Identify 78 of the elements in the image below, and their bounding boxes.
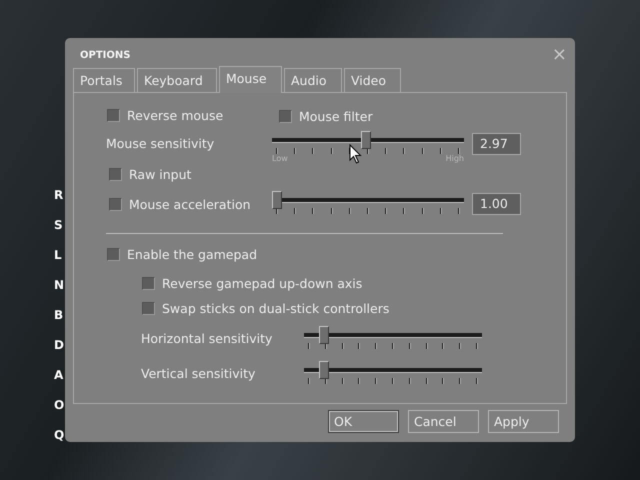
checkbox[interactable] xyxy=(107,248,120,260)
tick-mark xyxy=(330,148,333,154)
checkbox[interactable] xyxy=(142,276,155,290)
tick-mark xyxy=(476,378,478,384)
tick-mark xyxy=(324,343,327,349)
tick-mark xyxy=(392,378,394,384)
checkbox[interactable] xyxy=(109,198,122,210)
checkbox-label: Reverse mouse xyxy=(127,108,224,122)
tick-mark xyxy=(459,343,462,349)
tick-mark xyxy=(330,208,333,214)
tab[interactable]: Portals xyxy=(73,68,135,92)
tick-mark xyxy=(324,378,327,384)
tick-mark xyxy=(375,378,378,384)
tick-mark xyxy=(312,148,314,154)
checkbox[interactable] xyxy=(109,168,122,180)
slider-max-label: High xyxy=(446,154,464,163)
tick-mark xyxy=(440,208,442,214)
slider-thumb[interactable] xyxy=(361,131,372,149)
dialog-button[interactable]: OK xyxy=(328,410,399,433)
checkbox-label: Raw input xyxy=(129,166,192,182)
tick-mark xyxy=(342,378,344,384)
slider-thumb[interactable] xyxy=(319,361,330,379)
tab[interactable]: Mouse xyxy=(219,66,282,93)
tick-mark xyxy=(422,208,424,214)
tick-mark xyxy=(358,343,360,349)
tick-mark xyxy=(312,208,314,214)
dialog-button[interactable]: Apply xyxy=(488,410,559,433)
tick-mark xyxy=(348,208,351,214)
window-title: OPTIONS xyxy=(80,50,130,60)
tick-mark xyxy=(458,148,460,154)
tick-mark xyxy=(308,378,310,384)
tick-mark xyxy=(366,148,369,154)
tick-mark xyxy=(342,343,344,349)
mouse-pointer-icon xyxy=(349,144,362,164)
tick-mark xyxy=(403,148,406,154)
tick-mark xyxy=(442,343,444,349)
slider-label: Horizontal sensitivity xyxy=(141,330,274,348)
tick-mark xyxy=(403,208,406,214)
checkbox-label: Reverse gamepad up-down axis xyxy=(162,276,362,290)
tick-mark xyxy=(294,208,296,214)
slider-label: Vertical sensitivity xyxy=(141,365,256,383)
tick-mark xyxy=(476,343,478,349)
checkbox-label: Enable the gamepad xyxy=(127,246,258,262)
tick-mark xyxy=(408,378,411,384)
checkbox[interactable] xyxy=(142,302,155,314)
slider-label: Mouse sensitivity xyxy=(106,135,216,153)
tick-mark xyxy=(459,378,462,384)
tick-mark xyxy=(458,208,460,214)
tab[interactable]: Audio xyxy=(284,68,342,92)
slider-thumb[interactable] xyxy=(319,326,330,344)
tick-mark xyxy=(385,148,388,154)
checkbox[interactable] xyxy=(279,110,292,122)
checkbox-label: Mouse acceleration xyxy=(129,196,251,212)
tick-mark xyxy=(408,343,411,349)
tick-mark xyxy=(308,343,310,349)
tick-mark xyxy=(276,208,278,214)
slider-min-label: Low xyxy=(272,154,288,163)
checkbox-label: Mouse filter xyxy=(299,108,373,124)
tick-mark xyxy=(392,343,394,349)
tick-mark xyxy=(375,343,378,349)
tick-mark xyxy=(440,148,442,154)
tick-mark xyxy=(294,148,296,154)
checkbox[interactable] xyxy=(107,108,120,122)
slider-thumb[interactable] xyxy=(272,191,282,209)
tick-mark xyxy=(422,148,424,154)
tick-mark xyxy=(426,343,428,349)
dialog-button[interactable]: Cancel xyxy=(408,410,479,433)
value-field[interactable]: 1.00 xyxy=(472,193,521,215)
tick-mark xyxy=(426,378,428,384)
tick-mark xyxy=(442,378,444,384)
tick-mark xyxy=(385,208,388,214)
tab[interactable]: Video xyxy=(344,68,401,92)
tick-mark xyxy=(366,208,369,214)
tick-mark xyxy=(358,378,360,384)
checkbox-label: Swap sticks on dual-stick controllers xyxy=(162,300,390,316)
tick-mark xyxy=(276,148,278,154)
tab[interactable]: Keyboard xyxy=(137,68,217,92)
value-field[interactable]: 2.97 xyxy=(472,133,521,155)
